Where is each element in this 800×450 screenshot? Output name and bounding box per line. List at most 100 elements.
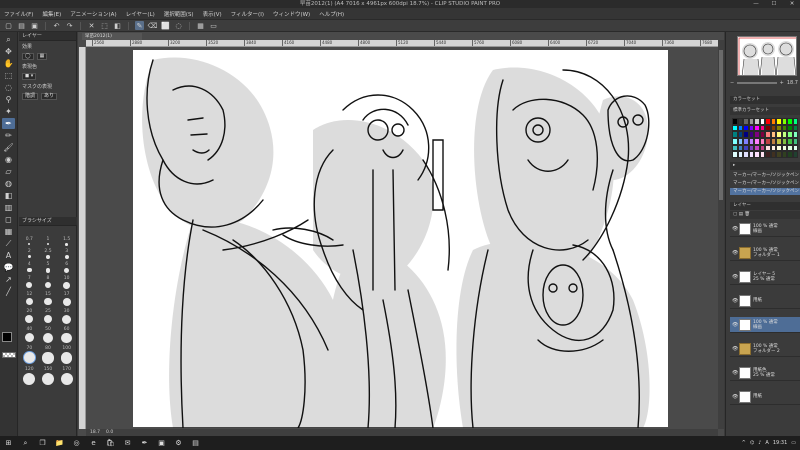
search-icon[interactable]: ⌕ xyxy=(21,439,30,448)
csp-icon[interactable]: ✒ xyxy=(140,439,149,448)
brush-size-option[interactable]: 25 xyxy=(40,309,57,324)
volume-icon[interactable]: ♪ xyxy=(758,440,761,446)
move-icon[interactable]: ✥ xyxy=(2,46,15,57)
expression-color-select[interactable]: ◼ ▾ xyxy=(22,72,37,80)
visibility-eye-icon[interactable]: 👁 xyxy=(732,226,738,232)
visibility-eye-icon[interactable]: 👁 xyxy=(732,298,738,304)
menu-item-4[interactable]: 選択範囲(S) xyxy=(164,10,194,18)
brush-size-option[interactable]: 0.7 xyxy=(21,237,38,246)
explorer-icon[interactable]: 📁 xyxy=(55,439,64,448)
transform-icon[interactable]: ⬚ xyxy=(100,21,109,30)
taskview-icon[interactable]: ❐ xyxy=(38,439,47,448)
layer-row[interactable]: 👁 用紙 xyxy=(730,293,800,309)
hand-icon[interactable]: ✋ xyxy=(2,58,15,69)
brush-size-option[interactable]: 120 xyxy=(21,367,38,385)
layer-row[interactable]: 👁 100 % 通常 線画 xyxy=(730,221,800,237)
subtool-set-item[interactable]: マーカー/マーカー/ソジックペン xyxy=(730,180,800,187)
close-button[interactable]: ✕ xyxy=(788,0,796,8)
navigator-zoom-slider[interactable] xyxy=(737,82,777,84)
chevron-up-icon[interactable]: ^ xyxy=(742,440,746,446)
brush-size-option[interactable]: 1.5 xyxy=(58,237,75,246)
airbrush-icon[interactable]: ◉ xyxy=(2,154,15,165)
clear-icon[interactable]: ✕ xyxy=(87,21,96,30)
panel-tab-brush-size[interactable]: ブラシサイズ xyxy=(19,217,77,226)
eraser-icon[interactable]: ▱ xyxy=(2,166,15,177)
layer-row[interactable]: 👁 100 % 通常 フォルダー 2 xyxy=(730,341,800,357)
color-swatch[interactable] xyxy=(792,137,798,145)
navigator-preview[interactable] xyxy=(737,36,797,76)
brush-size-option[interactable]: 30 xyxy=(58,309,75,324)
brush-size-option[interactable]: 80 xyxy=(40,346,57,364)
menu-item-8[interactable]: ヘルプ(H) xyxy=(319,10,344,18)
brush-size-option[interactable]: 15 xyxy=(40,292,57,306)
rotation-value[interactable]: 0.0 xyxy=(106,429,113,436)
save-icon[interactable]: ▣ xyxy=(30,21,39,30)
brush-size-option[interactable]: 100 xyxy=(58,346,75,364)
mask-option-select[interactable]: あり xyxy=(41,92,58,100)
brush-size-option[interactable]: 8 xyxy=(40,276,57,289)
fill-icon[interactable]: ◧ xyxy=(2,190,15,201)
vertical-scroll-thumb[interactable] xyxy=(719,50,723,200)
ime-indicator[interactable]: A xyxy=(765,440,768,446)
windows-icon[interactable]: ⊞ xyxy=(4,439,13,448)
zoom-in-icon[interactable]: + xyxy=(780,80,784,86)
notification-icon[interactable]: ▭ xyxy=(791,440,796,446)
visibility-eye-icon[interactable]: 👁 xyxy=(732,370,738,376)
brush-size-option[interactable]: 70 xyxy=(21,346,38,364)
ruler-icon[interactable]: ▭ xyxy=(209,21,218,30)
brush-size-option[interactable]: 6 xyxy=(58,262,75,274)
layer-row[interactable]: 👁 100 % 通常 線画 xyxy=(730,317,800,333)
main-color-swatch[interactable] xyxy=(2,332,12,342)
brush-size-option[interactable]: 150 xyxy=(40,367,57,385)
layer-row[interactable]: 👁 用紙 xyxy=(730,389,800,405)
brush-size-option[interactable]: 60 xyxy=(58,327,75,344)
gradient-icon[interactable]: ▥ xyxy=(2,202,15,213)
vertical-scrollbar[interactable] xyxy=(718,40,724,429)
balloon-icon[interactable]: 💬 xyxy=(2,262,15,273)
menu-item-3[interactable]: レイヤー(L) xyxy=(126,10,155,18)
figure-icon[interactable]: ◻ xyxy=(2,214,15,225)
brush-size-option[interactable]: 50 xyxy=(40,327,57,343)
fill-icon[interactable]: ◧ xyxy=(113,21,122,30)
edge-icon[interactable]: e xyxy=(89,439,98,448)
maximize-button[interactable]: ☐ xyxy=(770,0,778,8)
transparent-color-swatch[interactable] xyxy=(2,352,16,358)
menu-item-1[interactable]: 編集(E) xyxy=(42,10,61,18)
menu-item-0[interactable]: ファイル(F) xyxy=(4,10,33,18)
brush-size-option[interactable]: 2.5 xyxy=(40,249,57,259)
lasso-icon[interactable]: ◌ xyxy=(2,82,15,93)
open-icon[interactable]: ▤ xyxy=(17,21,26,30)
layer-row[interactable]: 👁 用紙色 25 % 通常 xyxy=(730,365,800,381)
lasso-icon[interactable]: ◌ xyxy=(174,21,183,30)
color-set-section[interactable]: カラーセット xyxy=(730,96,800,104)
pen-icon[interactable]: ✎ xyxy=(135,21,144,30)
drawing-canvas[interactable] xyxy=(132,50,669,429)
new-layer-icon[interactable]: ▢ xyxy=(733,212,737,217)
subtool-set-item[interactable]: マーカー/マーカー/ソジックペン xyxy=(730,172,800,179)
document-tab[interactable]: 早苗2012(1) xyxy=(82,33,142,40)
brush-size-option[interactable]: 1 xyxy=(40,237,57,246)
brush-size-option[interactable]: 5 xyxy=(40,262,57,273)
chrome-icon[interactable]: ◎ xyxy=(72,439,81,448)
eyedropper-icon[interactable]: ⚲ xyxy=(2,94,15,105)
brush-size-option[interactable]: 170 xyxy=(58,367,75,385)
menu-item-7[interactable]: ウィンドウ(W) xyxy=(273,10,310,18)
menu-item-6[interactable]: フィルター(I) xyxy=(231,10,264,18)
folder-icon[interactable]: ▤ xyxy=(191,439,200,448)
store-icon[interactable]: 🛍 xyxy=(106,439,115,448)
brush-size-option[interactable]: 3 xyxy=(58,249,75,259)
mail-icon[interactable]: ✉ xyxy=(123,439,132,448)
brush-size-option[interactable]: 20 xyxy=(21,309,38,324)
color-swatch[interactable] xyxy=(792,144,798,152)
select-icon[interactable]: ⬜ xyxy=(161,21,170,30)
visibility-eye-icon[interactable]: 👁 xyxy=(732,274,738,280)
eraser-icon[interactable]: ⌫ xyxy=(148,21,158,30)
settings-icon[interactable]: ⚙ xyxy=(174,439,183,448)
visibility-eye-icon[interactable]: 👁 xyxy=(732,346,738,352)
layer-row[interactable]: 👁 レイヤー 5 25 % 通常 xyxy=(730,269,800,285)
ruler-icon[interactable]: ⟋ xyxy=(2,238,15,249)
menu-item-2[interactable]: アニメーション(A) xyxy=(70,10,116,18)
blend-icon[interactable]: ◍ xyxy=(2,178,15,189)
color-swatch[interactable] xyxy=(792,131,798,138)
brush-size-option[interactable]: 17 xyxy=(58,292,75,306)
